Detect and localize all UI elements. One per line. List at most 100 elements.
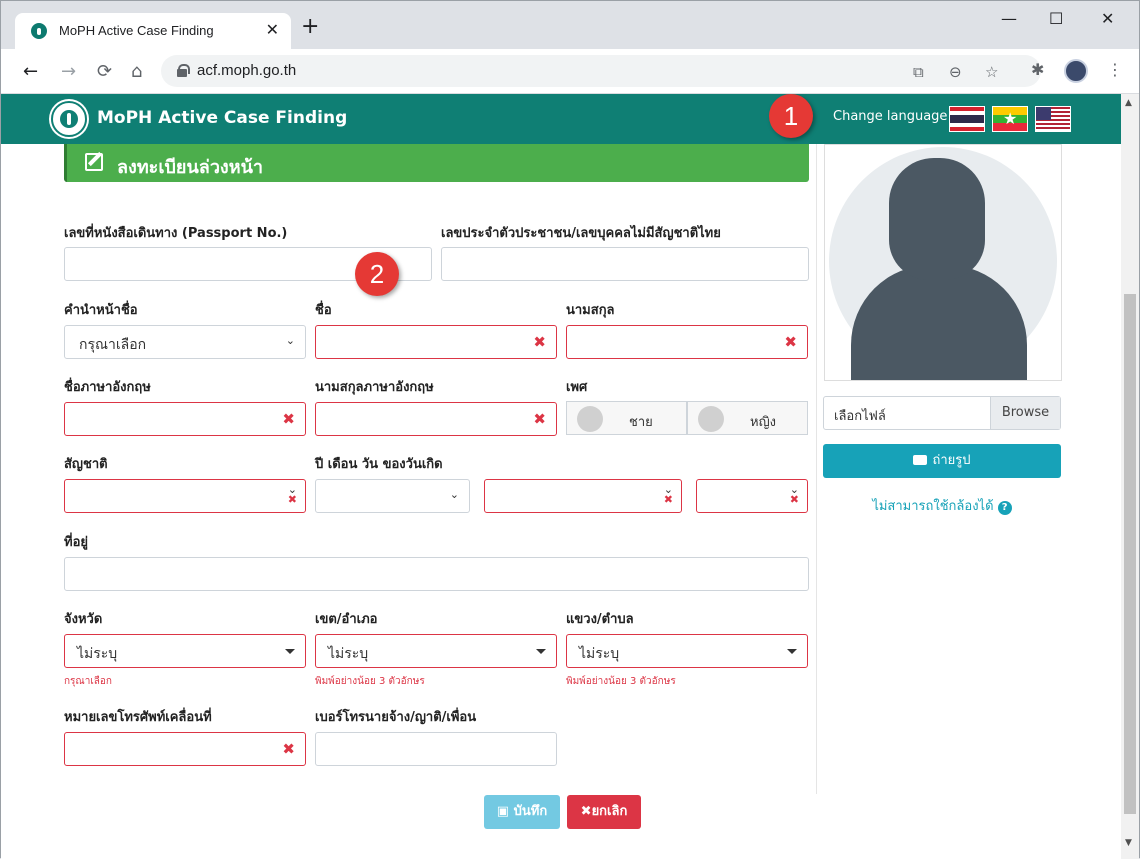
close-window-button[interactable]: ✕ [1101,9,1114,28]
gender-female-option[interactable]: หญิง [687,401,808,435]
us-flag-icon[interactable] [1035,106,1071,132]
moph-logo-icon [51,101,87,137]
menu-dots-icon[interactable]: ⋮ [1107,60,1123,79]
nationality-select[interactable]: ⌄ ✖ [64,479,306,513]
profile-photo-placeholder [824,144,1062,381]
mobile-label: หมายเลขโทรศัพท์เคลื่อนที่ [64,710,212,725]
extensions-icon[interactable]: ✱ [1031,60,1044,79]
dob-year-select[interactable]: ⌄ [315,479,470,513]
address-bar[interactable]: acf.moph.go.th ⧉ ⊖ ☆ [161,55,1041,87]
address-label: ที่อยู่ [64,535,88,550]
gender-label: เพศ [566,380,588,395]
browse-button[interactable]: Browse [990,397,1060,429]
contact-phone-label: เบอร์โทรนายจ้าง/ญาติ/เพื่อน [315,710,477,725]
lastname-input[interactable]: ✖ [566,325,808,359]
province-label: จังหวัด [64,612,103,627]
subdistrict-value: ไม่ระบุ [579,646,620,662]
scroll-down-icon[interactable]: ▼ [1125,838,1132,848]
citizen-id-input[interactable] [441,247,809,281]
url-text: acf.moph.go.th [197,62,297,79]
no-camera-link[interactable]: ไม่สามารถใช้กล้องได้ ? [823,495,1061,516]
lastname-en-label: นามสกุลภาษาอังกฤษ [315,380,434,395]
star-icon[interactable]: ☆ [985,63,998,81]
browser-tab[interactable]: MoPH Active Case Finding ✕ [15,13,291,49]
zoom-icon[interactable]: ⊖ [949,63,962,81]
myanmar-flag-icon[interactable]: ★ [992,106,1028,132]
address-input[interactable] [64,557,809,591]
firstname-label: ชื่อ [315,303,332,318]
firstname-en-input[interactable]: ✖ [64,402,306,436]
chevron-down-icon: ⌄ [449,488,459,501]
radio-icon [698,406,724,432]
lock-icon [177,64,190,77]
callout-1-badge: 1 [769,94,813,138]
lastname-en-input[interactable]: ✖ [315,402,557,436]
caret-down-icon [285,649,295,654]
question-circle-icon[interactable]: ? [997,501,1012,515]
firstname-input[interactable]: ✖ [315,325,557,359]
minimize-button[interactable]: — [1001,9,1017,28]
nationality-label: สัญชาติ [64,457,108,472]
choose-file-label: เลือกไฟล์ [834,409,886,424]
site-favicon-icon [31,23,47,39]
subdistrict-label: แขวง/ตำบล [566,612,634,627]
prefix-value: กรุณาเลือก [79,337,147,353]
firstname-en-label: ชื่อภาษาอังกฤษ [64,380,151,395]
subdistrict-select[interactable]: ไม่ระบุ [566,634,808,668]
gender-female-label: หญิง [750,415,776,430]
subdistrict-hint: พิมพ์อย่างน้อย 3 ตัวอักษร [566,676,676,687]
save-button[interactable]: ▣ บันทึก [484,795,560,829]
contact-phone-input[interactable] [315,732,557,766]
radio-icon [577,406,603,432]
translate-icon[interactable]: ⧉ [913,63,924,81]
error-x-icon: ✖ [533,410,546,428]
scrollbar-thumb[interactable] [1124,294,1136,814]
save-label: บันทึก [513,804,548,819]
site-brand[interactable]: MoPH Active Case Finding [97,108,347,128]
file-input[interactable]: เลือกไฟล์ Browse [823,396,1061,430]
prefix-select[interactable]: กรุณาเลือก ⌄ [64,325,306,359]
camera-icon [913,455,928,465]
back-arrow-icon[interactable]: ← [23,61,38,82]
maximize-button[interactable]: ☐ [1049,9,1063,28]
callout-2-badge: 2 [355,252,399,296]
save-icon: ▣ [496,804,514,819]
site-header: MoPH Active Case Finding Change language… [1,94,1121,144]
error-x-icon: ✖ [533,333,546,351]
profile-avatar-icon[interactable] [1064,59,1088,83]
prefix-label: คำนำหน้าชื่อ [64,303,138,318]
mobile-input[interactable]: ✖ [64,732,306,766]
chevron-down-icon: ⌄ [285,334,295,347]
home-icon[interactable]: ⌂ [131,61,142,82]
take-photo-button[interactable]: ถ่ายรูป [823,444,1061,478]
dob-label: ปี เดือน วัน ของวันเกิด [315,457,443,472]
form-title: ลงทะเบียนล่วงหน้า [117,157,263,178]
dob-month-select[interactable]: ⌄ ✖ [484,479,682,513]
district-hint: พิมพ์อย่างน้อย 3 ตัวอักษร [315,676,425,687]
edit-icon [85,153,103,171]
province-select[interactable]: ไม่ระบุ [64,634,306,668]
tab-close-icon[interactable]: ✕ [266,20,279,39]
cancel-button[interactable]: ✖ยกเลิก [567,795,641,829]
reload-icon[interactable]: ⟳ [97,61,112,82]
forward-arrow-icon[interactable]: → [61,61,76,82]
dob-day-select[interactable]: ⌄ ✖ [696,479,808,513]
take-photo-label: ถ่ายรูป [932,453,971,468]
tab-strip: MoPH Active Case Finding ✕ + — ☐ ✕ [1,1,1139,49]
gender-male-option[interactable]: ชาย [566,401,687,435]
chevron-down-icon: ⌄ ✖ [663,483,673,506]
district-select[interactable]: ไม่ระบุ [315,634,557,668]
district-label: เขต/อำเภอ [315,612,378,627]
province-hint: กรุณาเลือก [64,676,112,687]
thai-flag-icon[interactable] [949,106,985,132]
scroll-up-icon[interactable]: ▲ [1125,98,1132,108]
new-tab-button[interactable]: + [301,16,319,38]
page-scrollbar[interactable]: ▲ ▼ [1121,94,1139,859]
error-x-icon: ✖ [282,410,295,428]
cancel-icon: ✖ [580,804,592,819]
gender-male-label: ชาย [629,415,653,430]
browser-window: MoPH Active Case Finding ✕ + — ☐ ✕ ← → ⟳… [0,0,1140,859]
caret-down-icon [787,649,797,654]
tab-title: MoPH Active Case Finding [59,23,214,38]
cancel-label: ยกเลิก [591,804,628,819]
